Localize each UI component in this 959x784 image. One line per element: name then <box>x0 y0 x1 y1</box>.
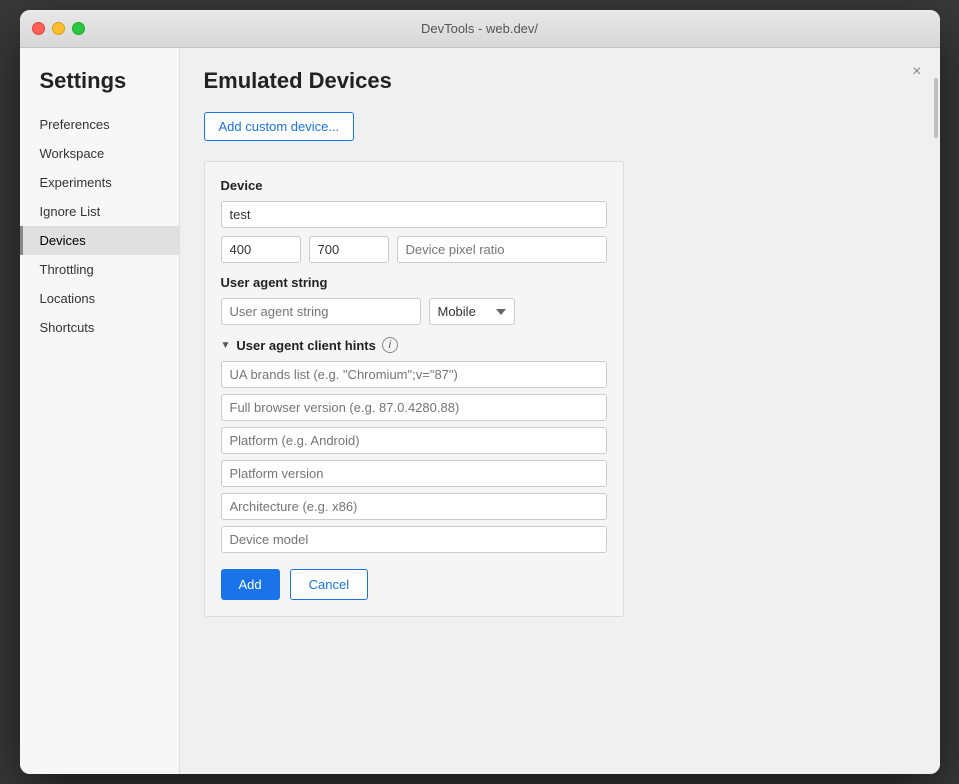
ua-platform-input[interactable] <box>221 427 607 454</box>
page-title: Emulated Devices <box>204 68 916 94</box>
ua-architecture-input[interactable] <box>221 493 607 520</box>
scrollbar-thumb[interactable] <box>934 78 938 138</box>
ua-string-row: Mobile Desktop <box>221 298 607 325</box>
sidebar: Settings Preferences Workspace Experimen… <box>20 48 180 774</box>
ua-hints-header[interactable]: ▼ User agent client hints i <box>221 337 607 353</box>
devtools-window: DevTools - web.dev/ Settings Preferences… <box>20 10 940 774</box>
sidebar-item-preferences[interactable]: Preferences <box>20 110 179 139</box>
dialog-close-button[interactable]: × <box>912 64 921 80</box>
ua-hints-title: User agent client hints <box>236 338 375 353</box>
device-name-row <box>221 201 607 228</box>
ua-string-input[interactable] <box>221 298 421 325</box>
device-dimensions-row <box>221 236 607 263</box>
sidebar-item-shortcuts[interactable]: Shortcuts <box>20 313 179 342</box>
add-button[interactable]: Add <box>221 569 280 600</box>
ua-section-title: User agent string <box>221 275 607 290</box>
minimize-button[interactable] <box>52 22 65 35</box>
device-name-input[interactable] <box>221 201 607 228</box>
close-button[interactable] <box>32 22 45 35</box>
sidebar-item-ignore-list[interactable]: Ignore List <box>20 197 179 226</box>
ua-hints-section: ▼ User agent client hints i <box>221 337 607 553</box>
info-icon[interactable]: i <box>382 337 398 353</box>
main-content: × Emulated Devices Add custom device... … <box>180 48 940 774</box>
content-area: Settings Preferences Workspace Experimen… <box>20 48 940 774</box>
ua-string-section: User agent string Mobile Desktop <box>221 275 607 325</box>
form-actions: Add Cancel <box>221 569 607 600</box>
cancel-button[interactable]: Cancel <box>290 569 368 600</box>
sidebar-item-locations[interactable]: Locations <box>20 284 179 313</box>
ua-type-select[interactable]: Mobile Desktop <box>429 298 515 325</box>
ua-platform-version-input[interactable] <box>221 460 607 487</box>
maximize-button[interactable] <box>72 22 85 35</box>
device-pixel-ratio-input[interactable] <box>397 236 607 263</box>
traffic-lights <box>32 22 85 35</box>
sidebar-item-throttling[interactable]: Throttling <box>20 255 179 284</box>
sidebar-title: Settings <box>20 68 179 110</box>
ua-browser-version-input[interactable] <box>221 394 607 421</box>
add-custom-device-button[interactable]: Add custom device... <box>204 112 355 141</box>
window-title: DevTools - web.dev/ <box>421 21 538 36</box>
device-section-title: Device <box>221 178 607 193</box>
ua-brands-input[interactable] <box>221 361 607 388</box>
sidebar-item-workspace[interactable]: Workspace <box>20 139 179 168</box>
device-height-input[interactable] <box>309 236 389 263</box>
hints-fields <box>221 361 607 553</box>
scrollbar-track <box>932 48 940 774</box>
collapse-icon: ▼ <box>221 340 231 351</box>
sidebar-item-devices[interactable]: Devices <box>20 226 179 255</box>
device-form: Device User agent string Mobile <box>204 161 624 617</box>
ua-device-model-input[interactable] <box>221 526 607 553</box>
device-width-input[interactable] <box>221 236 301 263</box>
titlebar: DevTools - web.dev/ <box>20 10 940 48</box>
sidebar-item-experiments[interactable]: Experiments <box>20 168 179 197</box>
